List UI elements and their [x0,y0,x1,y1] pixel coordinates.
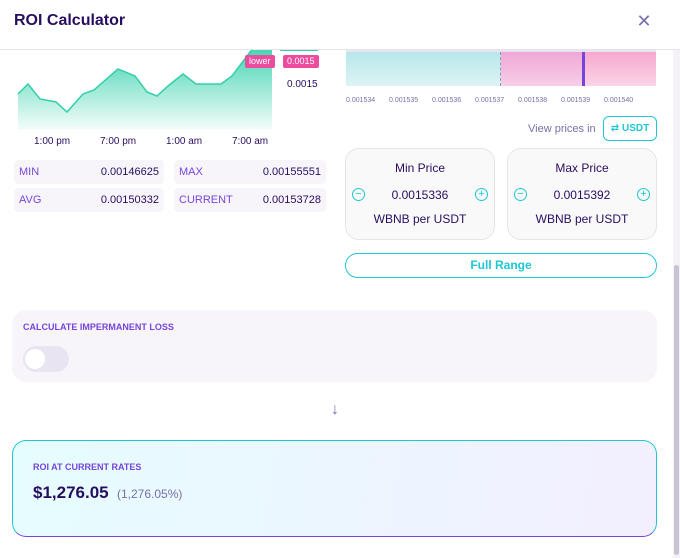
stat-current: CURRENT 0.00153728 [174,188,326,212]
stat-value: 0.00146625 [100,166,159,178]
range-segment [501,52,584,86]
max-price-value[interactable]: 0.0015392 [508,188,656,202]
impermanent-loss-title: CALCULATE IMPERMANENT LOSS [23,322,174,332]
chart-axis-value: 0.0015 [287,79,318,90]
max-price-title: Max Price [555,161,609,175]
increase-min-icon[interactable]: + [475,188,488,201]
stat-max: MAX 0.00155551 [174,160,326,184]
range-tick: 0.001537 [475,97,505,104]
max-price-box: Max Price − 0.0015392 + WBNB per USDT [507,148,657,240]
min-price-value[interactable]: 0.0015336 [346,188,494,202]
price-stats: MIN 0.00146625 MAX 0.00155551 AVG 0.0015… [14,160,326,216]
modal-title: ROI Calculator [14,12,126,29]
stats-row: MIN 0.00146625 MAX 0.00155551 [14,160,326,184]
stat-label: MAX [179,166,203,178]
roi-value: $1,276.05 [33,483,109,502]
swap-icon: ⇄ [610,123,620,134]
stat-label: CURRENT [179,194,233,206]
stats-row: AVG 0.00150332 CURRENT 0.00153728 [14,188,326,212]
increase-max-icon[interactable]: + [637,188,650,201]
roi-card: ROI AT CURRENT RATES $1,276.05 (1,276.05… [12,440,657,537]
stat-avg: AVG 0.00150332 [14,188,164,212]
range-segment [584,52,656,86]
currency-toggle-label: USDT [621,123,650,134]
roi-title: ROI AT CURRENT RATES [33,462,142,472]
min-price-unit: WBNB per USDT [373,212,467,226]
stat-value: 0.00153728 [262,194,321,206]
impermanent-loss-toggle[interactable] [23,346,69,372]
close-icon[interactable]: ✕ [632,9,656,33]
stat-min: MIN 0.00146625 [14,160,164,184]
range-tick: 0.001539 [561,97,591,104]
stat-label: MIN [19,166,40,178]
lower-tag: lower [245,55,275,68]
x-tick: 7:00 am [232,136,269,147]
impermanent-loss-card: CALCULATE IMPERMANENT LOSS [12,310,657,382]
full-range-button[interactable]: Full Range [345,253,657,278]
stat-value: 0.00155551 [262,166,321,178]
current-price-line [500,52,501,86]
range-handle[interactable] [582,52,585,86]
x-tick: 1:00 pm [34,136,71,147]
x-tick: 1:00 am [166,136,203,147]
arrow-down-icon: ↓ [331,401,339,418]
stat-value: 0.00150332 [100,194,159,206]
range-segment [346,52,501,86]
min-price-box: Min Price − 0.0015336 + WBNB per USDT [345,148,495,240]
lower-value-tag: 0.0015 [283,55,319,68]
range-tick: 0.001536 [432,97,462,104]
liquidity-range-chart [346,44,656,86]
modal-header: ROI Calculator ✕ [0,0,680,50]
view-prices-label: View prices in [528,123,596,135]
roi-percent: (1,276.05%) [117,487,183,501]
scrollbar-thumb[interactable] [674,265,679,555]
range-tick: 0.001540 [604,97,634,104]
stat-label: AVG [19,194,42,206]
max-price-unit: WBNB per USDT [535,212,629,226]
toggle-knob [25,349,45,369]
range-tick: 0.001538 [518,97,548,104]
range-tick: 0.001534 [346,97,376,104]
range-tick: 0.001535 [389,97,419,104]
currency-toggle-button[interactable]: ⇄ USDT [603,116,657,141]
min-price-title: Min Price [394,161,445,175]
x-tick: 7:00 pm [100,136,137,147]
